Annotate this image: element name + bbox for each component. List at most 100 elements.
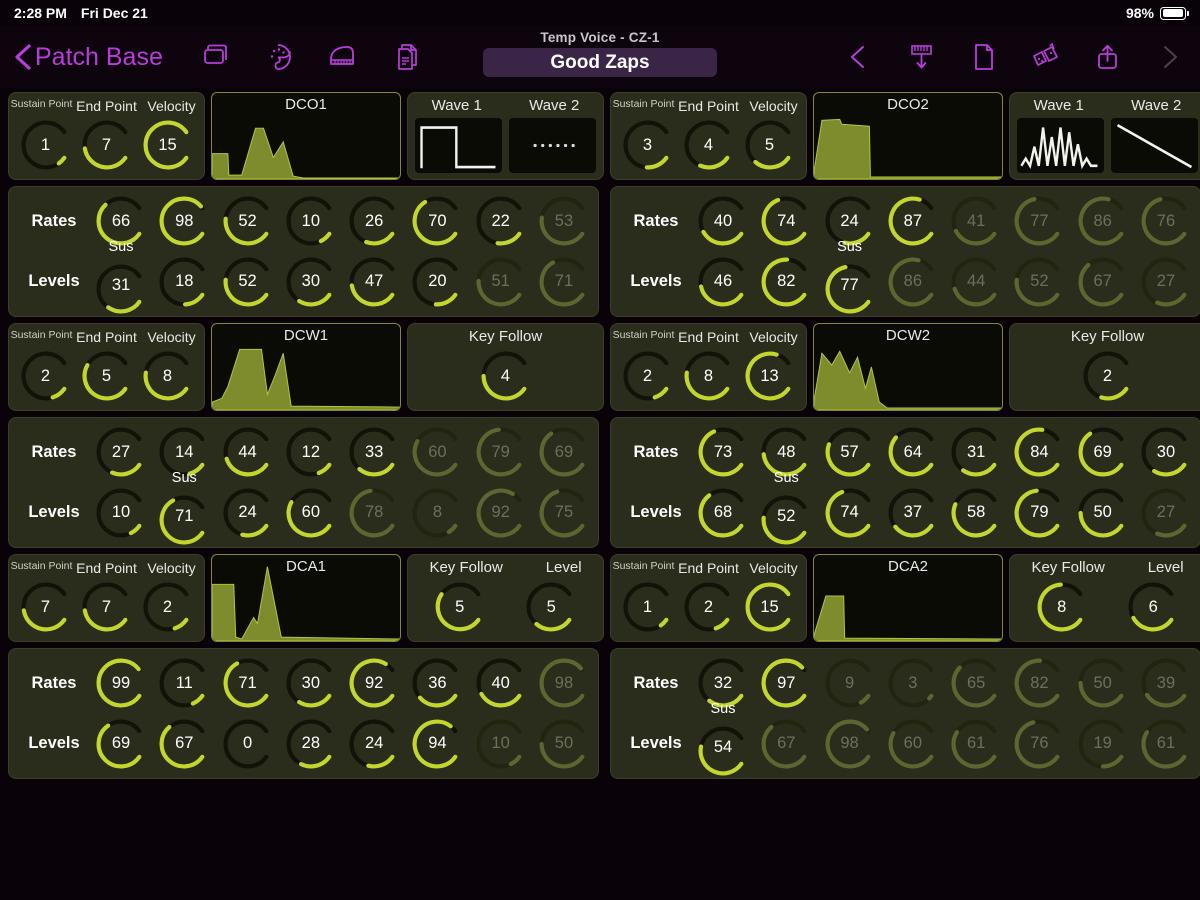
level-knob[interactable]: 46	[695, 254, 751, 310]
random-icon[interactable]	[1028, 40, 1062, 74]
level-knob[interactable]: 74	[822, 485, 878, 541]
rate-knob[interactable]: 52	[220, 193, 276, 249]
level-knob[interactable]: 30	[283, 254, 339, 310]
knob-end-point[interactable]: 2	[681, 579, 737, 635]
level-knob[interactable]: 52	[220, 254, 276, 310]
level-knob[interactable]: 69	[93, 716, 149, 772]
patch-name-button[interactable]: Good Zaps	[483, 48, 717, 77]
rate-knob[interactable]: 30	[283, 655, 339, 711]
share-icon[interactable]	[1090, 40, 1124, 74]
rate-knob[interactable]: 82	[1011, 655, 1067, 711]
rate-knob[interactable]: 10	[283, 193, 339, 249]
rate-knob[interactable]: 74	[758, 193, 814, 249]
envelope-graph-dcw1[interactable]: DCW1	[211, 323, 401, 411]
knob-velocity[interactable]: 15	[140, 117, 196, 173]
rate-knob[interactable]: 73	[695, 424, 751, 480]
knob-key-follow[interactable]: 2	[1080, 348, 1136, 404]
level-knob[interactable]: 78	[346, 485, 402, 541]
knob-end-point[interactable]: 4	[681, 117, 737, 173]
level-knob[interactable]: 20	[409, 254, 465, 310]
rate-knob[interactable]: 71	[220, 655, 276, 711]
rate-knob[interactable]: 50	[1075, 655, 1131, 711]
level-knob[interactable]: 18	[156, 254, 212, 310]
level-knob[interactable]: 86	[885, 254, 941, 310]
knob-sustain-point[interactable]: 2	[18, 348, 74, 404]
rate-knob[interactable]: 27	[93, 424, 149, 480]
knob-sustain-point[interactable]: 7	[18, 579, 74, 635]
rate-knob[interactable]: 36	[409, 655, 465, 711]
keyboard-download-icon[interactable]	[904, 40, 938, 74]
knob-velocity[interactable]: 5	[742, 117, 798, 173]
level-knob[interactable]: 61	[948, 716, 1004, 772]
rate-knob[interactable]: 9	[822, 655, 878, 711]
envelope-graph-dco2[interactable]: DCO2	[813, 92, 1003, 180]
wave-select-wave2[interactable]	[1111, 118, 1198, 173]
knob-end-point[interactable]: 7	[79, 579, 135, 635]
level-knob[interactable]: 82	[758, 254, 814, 310]
window-icon[interactable]	[197, 40, 231, 74]
rate-knob[interactable]: 76	[1138, 193, 1194, 249]
wave-select-wave1[interactable]	[1017, 118, 1104, 173]
knob-end-point[interactable]: 7	[79, 117, 135, 173]
knob-sustain-point[interactable]: 1	[18, 117, 74, 173]
level-knob[interactable]: 50	[1075, 485, 1131, 541]
rate-knob[interactable]: 40	[473, 655, 529, 711]
rate-knob[interactable]: 79	[473, 424, 529, 480]
rate-knob[interactable]: 39	[1138, 655, 1194, 711]
palette-icon[interactable]	[261, 40, 295, 74]
level-knob[interactable]: 71	[536, 254, 592, 310]
level-knob[interactable]: 98	[822, 716, 878, 772]
level-knob[interactable]: Sus 77	[822, 239, 878, 314]
rate-knob[interactable]: 64	[885, 424, 941, 480]
rate-knob[interactable]: 98	[156, 193, 212, 249]
rate-knob[interactable]: 44	[220, 424, 276, 480]
file-icon[interactable]	[966, 40, 1000, 74]
knob-key-follow[interactable]: 5	[432, 579, 488, 635]
level-knob[interactable]: 50	[536, 716, 592, 772]
level-knob[interactable]: 79	[1011, 485, 1067, 541]
envelope-graph-dcw2[interactable]: DCW2	[813, 323, 1003, 411]
level-knob[interactable]: 24	[346, 716, 402, 772]
envelope-graph-dca2[interactable]: DCA2	[813, 554, 1003, 642]
knob-level[interactable]: 5	[523, 579, 579, 635]
knob-level[interactable]: 6	[1125, 579, 1181, 635]
rate-knob[interactable]: 22	[473, 193, 529, 249]
rate-knob[interactable]: 53	[536, 193, 592, 249]
level-knob[interactable]: 61	[1138, 716, 1194, 772]
rate-knob[interactable]: 87	[885, 193, 941, 249]
knob-sustain-point[interactable]: 1	[620, 579, 676, 635]
rate-knob[interactable]: 84	[1011, 424, 1067, 480]
knob-end-point[interactable]: 5	[79, 348, 135, 404]
rate-knob[interactable]: 65	[948, 655, 1004, 711]
level-knob[interactable]: 68	[695, 485, 751, 541]
level-knob[interactable]: 76	[1011, 716, 1067, 772]
rate-knob[interactable]: 12	[283, 424, 339, 480]
envelope-graph-dca1[interactable]: DCA1	[211, 554, 401, 642]
level-knob[interactable]: Sus 31	[93, 239, 149, 314]
level-knob[interactable]: 94	[409, 716, 465, 772]
level-knob[interactable]: 60	[283, 485, 339, 541]
level-knob[interactable]: 24	[220, 485, 276, 541]
rate-knob[interactable]: 69	[536, 424, 592, 480]
knob-sustain-point[interactable]: 2	[620, 348, 676, 404]
prev-patch-button[interactable]	[842, 40, 876, 74]
rate-knob[interactable]: 40	[695, 193, 751, 249]
wave-select-wave1[interactable]	[415, 118, 502, 173]
level-knob[interactable]: 67	[758, 716, 814, 772]
level-knob[interactable]: 60	[885, 716, 941, 772]
level-knob[interactable]: 67	[156, 716, 212, 772]
level-knob[interactable]: Sus 54	[695, 701, 751, 776]
level-knob[interactable]: 92	[473, 485, 529, 541]
level-knob[interactable]: 51	[473, 254, 529, 310]
rate-knob[interactable]: 3	[885, 655, 941, 711]
rate-knob[interactable]: 70	[409, 193, 465, 249]
rate-knob[interactable]: 60	[409, 424, 465, 480]
level-knob[interactable]: 28	[283, 716, 339, 772]
rate-knob[interactable]: 57	[822, 424, 878, 480]
rate-knob[interactable]: 41	[948, 193, 1004, 249]
knob-velocity[interactable]: 8	[140, 348, 196, 404]
next-patch-button[interactable]	[1152, 40, 1186, 74]
rate-knob[interactable]: 69	[1075, 424, 1131, 480]
rate-knob[interactable]: 98	[536, 655, 592, 711]
level-knob[interactable]: 8	[409, 485, 465, 541]
